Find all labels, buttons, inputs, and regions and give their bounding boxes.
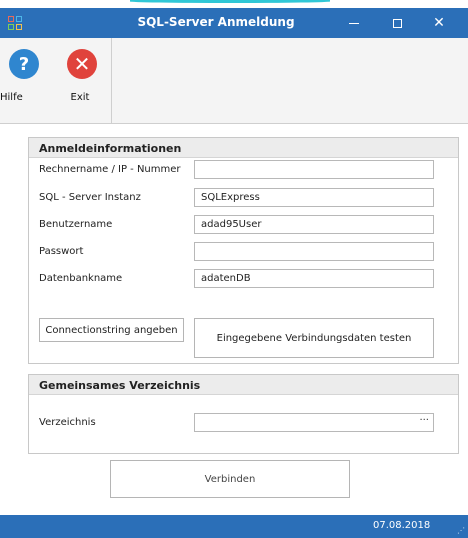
- help-label: Hilfe: [0, 92, 23, 103]
- directory-input[interactable]: ···: [194, 413, 434, 432]
- status-bar: 07.08.2018 ⋰: [0, 515, 468, 538]
- help-button[interactable]: ? Hilfe: [0, 46, 48, 116]
- database-label: Datenbankname: [39, 273, 123, 284]
- browse-ellipsis-icon[interactable]: ···: [419, 415, 429, 426]
- window-top-accent: [130, 0, 330, 3]
- close-icon: ✕: [433, 15, 445, 31]
- ribbon-toolbar: ? Hilfe ✕ Exit: [0, 38, 468, 124]
- exit-button[interactable]: ✕ Exit: [56, 46, 104, 116]
- connect-button[interactable]: Verbinden: [110, 460, 350, 498]
- password-label: Passwort: [39, 246, 84, 257]
- directory-label: Verzeichnis: [39, 417, 96, 428]
- toolbar-group: ? Hilfe ✕ Exit: [0, 38, 112, 124]
- login-panel-header: Anmeldeinformationen: [29, 138, 458, 158]
- database-input[interactable]: adatenDB: [194, 269, 434, 288]
- shared-directory-panel: Gemeinsames Verzeichnis Verzeichnis ···: [28, 374, 459, 454]
- help-icon: ?: [9, 49, 39, 79]
- instance-label: SQL - Server Instanz: [39, 192, 141, 203]
- password-input[interactable]: [194, 242, 434, 261]
- hostname-label: Rechnername / IP - Nummer: [39, 164, 181, 175]
- exit-label: Exit: [70, 92, 90, 103]
- minimize-icon: [349, 22, 359, 24]
- resize-grip-icon[interactable]: ⋰: [457, 526, 465, 535]
- maximize-button[interactable]: [378, 8, 416, 38]
- test-connection-button[interactable]: Eingegebene Verbindungsdaten testen: [194, 318, 434, 358]
- username-input[interactable]: adad95User: [194, 215, 434, 234]
- maximize-icon: [392, 18, 402, 28]
- status-date: 07.08.2018: [373, 520, 431, 531]
- connectionstring-button[interactable]: Connectionstring angeben: [39, 318, 184, 342]
- instance-input[interactable]: SQLExpress: [194, 188, 434, 207]
- close-button[interactable]: ✕: [420, 8, 458, 38]
- shared-directory-header: Gemeinsames Verzeichnis: [29, 375, 458, 395]
- hostname-input[interactable]: [194, 160, 434, 179]
- minimize-button[interactable]: [335, 8, 373, 38]
- login-panel: Anmeldeinformationen Rechnername / IP - …: [28, 137, 459, 364]
- exit-icon: ✕: [67, 49, 97, 79]
- title-bar[interactable]: SQL-Server Anmeldung ✕: [0, 8, 468, 38]
- username-label: Benutzername: [39, 219, 113, 230]
